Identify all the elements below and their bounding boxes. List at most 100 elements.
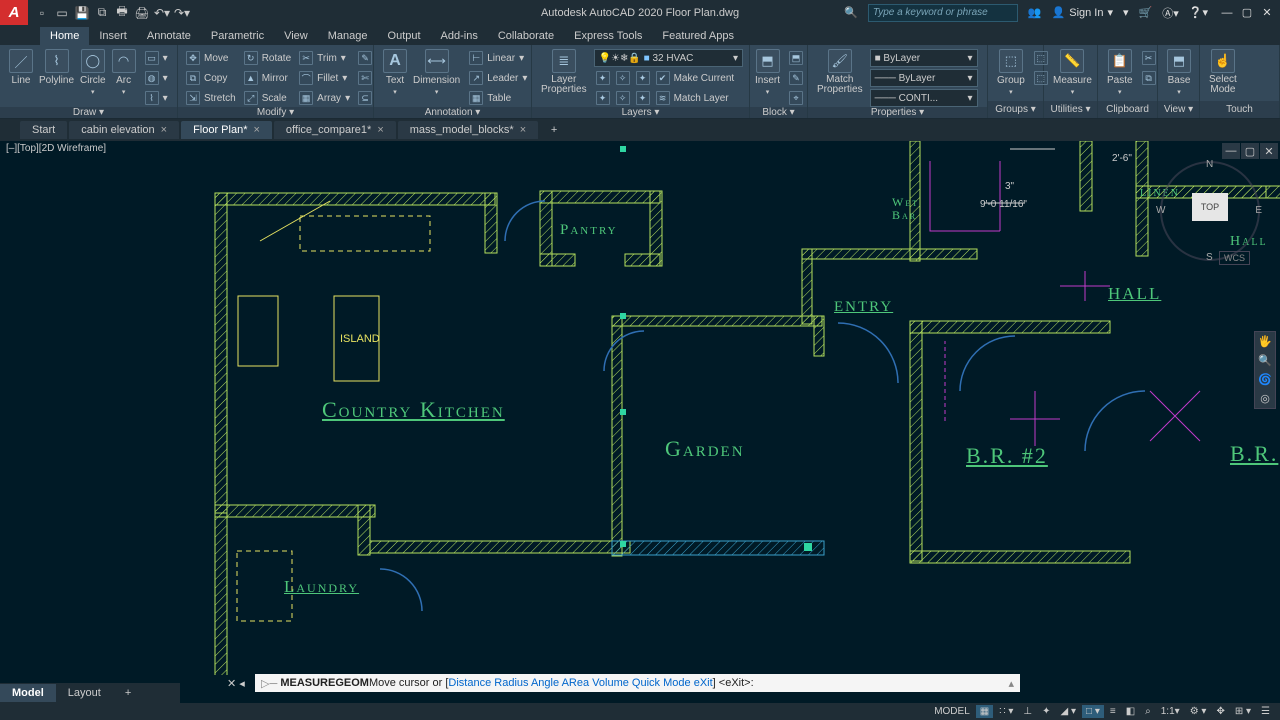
drawing-canvas[interactable]: [–][Top][2D Wireframe]	[0, 141, 1280, 675]
share-icon[interactable]: 👥	[1028, 6, 1042, 19]
layer-tool-4[interactable]: ✦	[594, 89, 612, 107]
viewcube-e[interactable]: E	[1255, 205, 1262, 216]
voice-icon[interactable]: 🔍	[844, 6, 858, 19]
filetab-floor-plan[interactable]: Floor Plan*×	[181, 121, 272, 139]
menutab-annotate[interactable]: Annotate	[137, 27, 201, 45]
mirror-button[interactable]: ▲Mirror	[242, 69, 293, 87]
filetab-close-icon[interactable]: ×	[377, 124, 383, 136]
qat-new-icon[interactable]: ▫	[34, 5, 50, 21]
line-button[interactable]: ／Line	[6, 49, 36, 86]
copy-clip-button[interactable]: ⧉	[1140, 69, 1158, 87]
filetab-close-icon[interactable]: ×	[520, 124, 526, 136]
cart-icon[interactable]: 🛒	[1139, 6, 1153, 19]
measure-button[interactable]: 📏Measure▾	[1050, 49, 1095, 96]
layer-properties-button[interactable]: ≣LayerProperties	[538, 49, 590, 95]
vp-max[interactable]: ▢	[1241, 143, 1259, 159]
qat-open-icon[interactable]: ▭	[54, 5, 70, 21]
status-polar-icon[interactable]: ✦	[1038, 705, 1054, 718]
cmd-sidetools[interactable]: ✕ ◂	[227, 674, 245, 692]
status-scale[interactable]: 1:1 ▾	[1157, 705, 1184, 718]
leader-button[interactable]: ↗Leader ▾	[467, 69, 529, 87]
circle-button[interactable]: ◯Circle▾	[77, 49, 109, 96]
nav-pan-icon[interactable]: 🖐	[1258, 335, 1272, 348]
status-grid-icon[interactable]: ▦	[976, 705, 993, 718]
layer-tool-5[interactable]: ✧	[614, 89, 632, 107]
layer-tool-2[interactable]: ✧	[614, 69, 632, 87]
linetype-dropdown[interactable]: ─── CONTI...▾	[870, 89, 978, 107]
status-ortho-icon[interactable]: ⊥	[1019, 705, 1036, 718]
menutab-featured-apps[interactable]: Featured Apps	[652, 27, 744, 45]
group-button[interactable]: ⬚Group▾	[994, 49, 1028, 96]
nav-orbit-icon[interactable]: 🌀	[1258, 373, 1272, 386]
exchange-icon[interactable]: ▾	[1123, 6, 1129, 19]
status-cust-icon[interactable]: ☰	[1257, 705, 1274, 718]
close-button[interactable]: ✕	[1258, 5, 1276, 21]
match-properties-button[interactable]: 🖌MatchProperties	[814, 49, 866, 95]
modeltab-add[interactable]: +	[113, 684, 143, 702]
layer-tool-3[interactable]: ✦	[634, 69, 652, 87]
explode-button[interactable]: ✄	[356, 69, 374, 87]
paste-button[interactable]: 📋Paste▾	[1104, 49, 1136, 96]
filetab-start[interactable]: Start	[20, 121, 67, 139]
qat-plot-icon[interactable]: 🖶	[114, 5, 130, 21]
status-qc-icon[interactable]: ⌕	[1141, 705, 1155, 718]
viewcube-face[interactable]: TOP	[1192, 193, 1228, 221]
array-button[interactable]: ▦Array ▾	[297, 89, 352, 107]
menutab-manage[interactable]: Manage	[318, 27, 378, 45]
filetab-mass_model_blocks[interactable]: mass_model_blocks*×	[398, 121, 538, 139]
qat-redo-icon[interactable]: ↷▾	[174, 5, 190, 21]
viewcube-s[interactable]: S	[1206, 252, 1213, 263]
status-ann-icon[interactable]: ✥	[1212, 705, 1228, 718]
panel-touch-title[interactable]: Touch	[1200, 101, 1279, 118]
color-dropdown[interactable]: ■ ByLayer▾	[870, 49, 978, 67]
menutab-insert[interactable]: Insert	[89, 27, 137, 45]
status-trans-icon[interactable]: ◧	[1122, 705, 1139, 718]
dimension-button[interactable]: ⟷Dimension▾	[410, 49, 463, 96]
spline-button[interactable]: ⌇▾	[143, 89, 170, 107]
vp-min[interactable]: —	[1222, 143, 1240, 159]
modeltab-layout[interactable]: Layout	[56, 684, 113, 702]
panel-utilities-title[interactable]: Utilities ▾	[1044, 101, 1097, 118]
viewcube-w[interactable]: W	[1156, 205, 1165, 216]
viewcube[interactable]: TOP N S E W	[1160, 161, 1260, 261]
block-tool-3[interactable]: ⌖	[787, 89, 805, 107]
menutab-view[interactable]: View	[274, 27, 318, 45]
qat-saveas-icon[interactable]: ⧉	[94, 5, 110, 21]
status-osnap-icon[interactable]: □ ▾	[1082, 705, 1104, 718]
copy-button[interactable]: ⧉Copy	[184, 69, 238, 87]
filetab-office_compare1[interactable]: office_compare1*×	[274, 121, 396, 139]
qat-print-icon[interactable]: 🖨	[134, 5, 150, 21]
fillet-button[interactable]: ⌒Fillet ▾	[297, 69, 352, 87]
linear-button[interactable]: ⊢Linear ▾	[467, 49, 529, 67]
filetab-add-button[interactable]: +	[546, 124, 562, 136]
menutab-collaborate[interactable]: Collaborate	[488, 27, 564, 45]
text-button[interactable]: AText▾	[380, 49, 410, 96]
filetab-cabin-elevation[interactable]: cabin elevation×	[69, 121, 179, 139]
panel-draw-title[interactable]: Draw ▾	[0, 107, 177, 118]
rect-button[interactable]: ▭▾	[143, 49, 170, 67]
layer-dropdown[interactable]: 💡☀❄🔒 ■ 32 HVAC▾	[594, 49, 743, 67]
search-input[interactable]: Type a keyword or phrase	[868, 4, 1018, 22]
minimize-button[interactable]: —	[1218, 5, 1236, 21]
navbar[interactable]: 🖐 🔍 🌀 ◎	[1254, 331, 1276, 409]
lineweight-dropdown[interactable]: ─── ByLayer▾	[870, 69, 978, 87]
qat-save-icon[interactable]: 💾	[74, 5, 90, 21]
nav-wheel-icon[interactable]: ◎	[1260, 392, 1270, 405]
match-layer-button[interactable]: ≋Match Layer	[654, 89, 731, 107]
panel-view-title[interactable]: View ▾	[1158, 101, 1199, 118]
panel-layers-title[interactable]: Layers ▾	[532, 107, 749, 118]
layer-tool-1[interactable]: ✦	[594, 69, 612, 87]
help-icon[interactable]: ❔▾	[1189, 6, 1208, 19]
menutab-add-ins[interactable]: Add-ins	[431, 27, 488, 45]
make-current-button[interactable]: ✔Make Current	[654, 69, 737, 87]
status-ws-icon[interactable]: ⊞ ▾	[1231, 705, 1255, 718]
wcs-label[interactable]: WCS	[1219, 251, 1250, 265]
modeltab-model[interactable]: Model	[0, 684, 56, 702]
block-tool-1[interactable]: ⬒	[787, 49, 805, 67]
menutab-parametric[interactable]: Parametric	[201, 27, 274, 45]
layer-tool-6[interactable]: ✦	[634, 89, 652, 107]
command-line[interactable]: ▷─ MEASUREGEOM Move cursor or [Distance …	[255, 674, 1020, 692]
cut-button[interactable]: ✂	[1140, 49, 1158, 67]
status-lwt-icon[interactable]: ≡	[1106, 705, 1120, 718]
status-model[interactable]: MODEL	[930, 705, 974, 718]
